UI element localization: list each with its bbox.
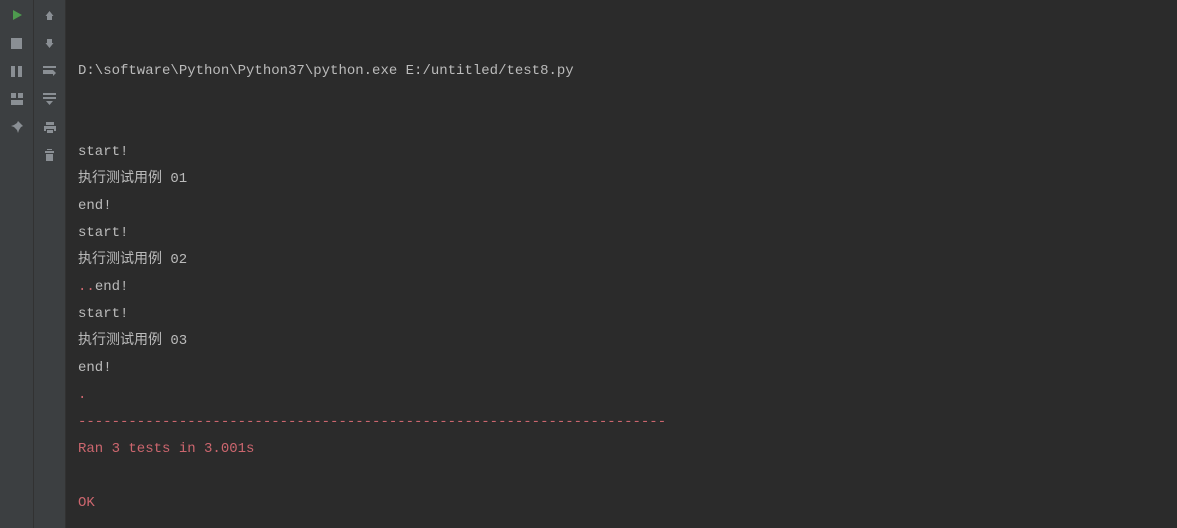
down-stack-button[interactable] [39, 32, 61, 54]
rerun-button[interactable] [6, 4, 28, 26]
console-line: ----------------------------------------… [78, 409, 1177, 436]
console-line: 执行测试用例 02 [78, 247, 1177, 274]
console-line: end! [78, 355, 1177, 382]
console-line: start! [78, 301, 1177, 328]
console-line: start! [78, 139, 1177, 166]
layout-button[interactable] [6, 88, 28, 110]
pin-button[interactable] [6, 116, 28, 138]
run-tool-window: D:\software\Python\Python37\python.exe E… [0, 0, 1177, 528]
scroll-to-end-button[interactable] [39, 88, 61, 110]
console-line [78, 517, 1177, 528]
console-line: ..end! [78, 274, 1177, 301]
console-output[interactable]: D:\software\Python\Python37\python.exe E… [66, 0, 1177, 528]
clear-all-button[interactable] [39, 144, 61, 166]
run-toolbar-secondary [34, 0, 66, 528]
up-stack-button[interactable] [39, 4, 61, 26]
console-line: OK [78, 490, 1177, 517]
stop-button[interactable] [6, 32, 28, 54]
pause-button[interactable] [6, 60, 28, 82]
console-line: . [78, 382, 1177, 409]
run-toolbar-primary [0, 0, 34, 528]
console-line: start! [78, 220, 1177, 247]
command-line: D:\software\Python\Python37\python.exe E… [78, 58, 1177, 85]
console-line: Ran 3 tests in 3.001s [78, 436, 1177, 463]
console-lines: start!执行测试用例 01end!start!执行测试用例 02..end!… [78, 139, 1177, 528]
console-line: end! [78, 193, 1177, 220]
soft-wrap-button[interactable] [39, 60, 61, 82]
console-line [78, 463, 1177, 490]
print-button[interactable] [39, 116, 61, 138]
console-line: 执行测试用例 01 [78, 166, 1177, 193]
console-line: 执行测试用例 03 [78, 328, 1177, 355]
